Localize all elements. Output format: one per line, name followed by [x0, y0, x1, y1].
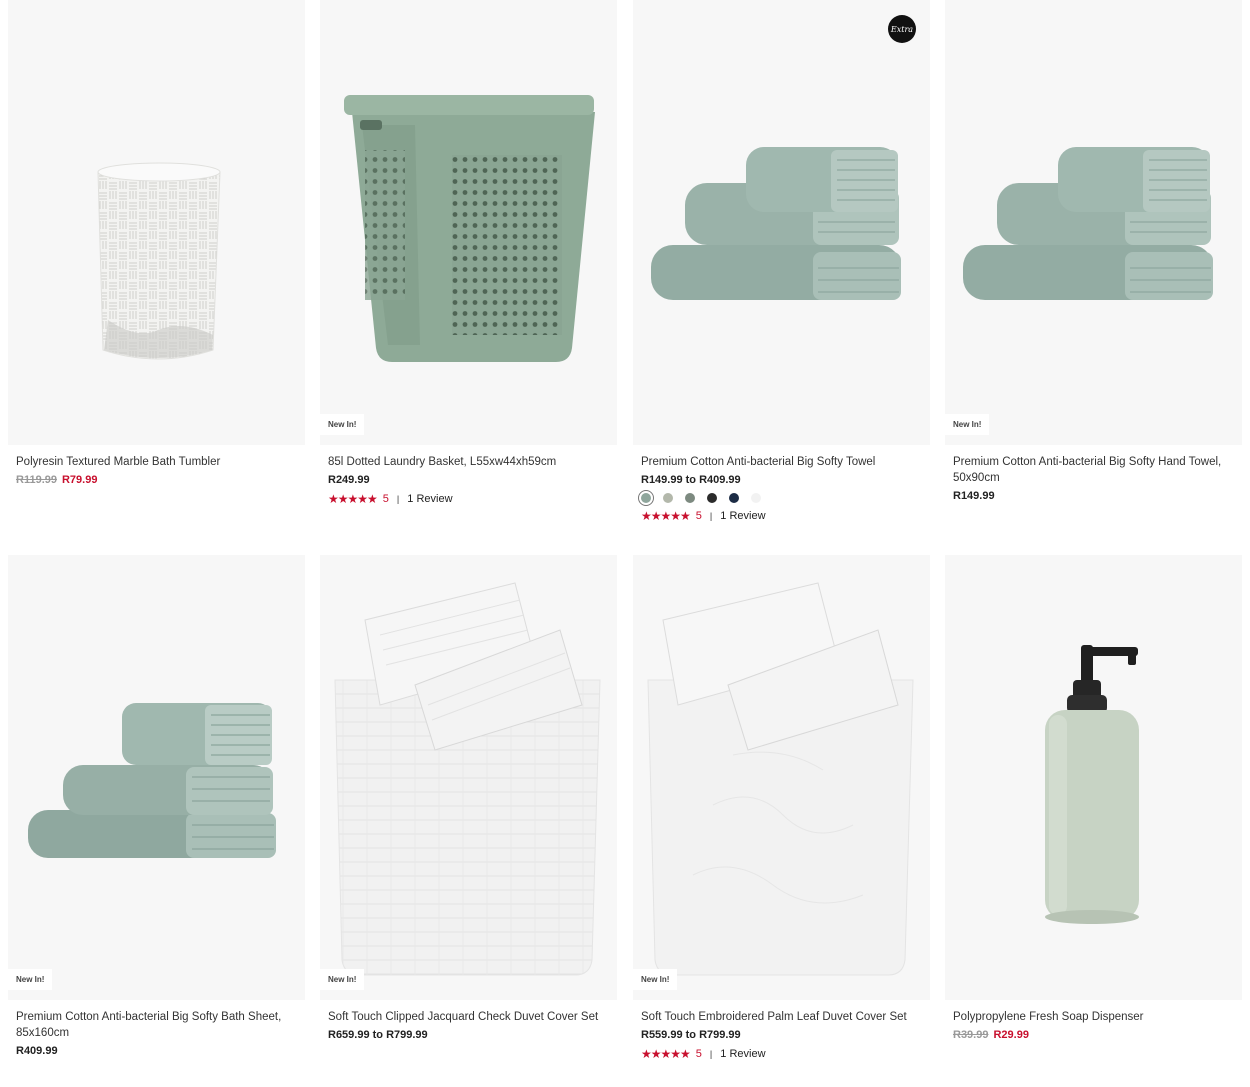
new-in-badge: New In!	[8, 969, 53, 990]
review-count[interactable]: 1 Review	[720, 1048, 765, 1060]
product-image[interactable]: New In!	[320, 0, 617, 445]
rating[interactable]: ★★★★★ 5 | 1 Review	[641, 1047, 922, 1061]
towel-stack-illustration	[963, 147, 1213, 300]
soap-dispenser-illustration	[1045, 645, 1139, 924]
towel-stack-illustration	[28, 703, 276, 858]
sale-price: R79.99	[61, 474, 98, 486]
product-name[interactable]: 85l Dotted Laundry Basket, L55xw44xh59cm	[328, 454, 609, 470]
product-name[interactable]: Premium Cotton Anti-bacterial Big Softy …	[641, 454, 922, 470]
rating[interactable]: ★★★★★ 5 | 1 Review	[328, 492, 609, 506]
product-grid: Polyresin Textured Marble Bath Tumbler R…	[0, 0, 1250, 1087]
divider: |	[396, 494, 400, 504]
star-rating-icon: ★★★★★	[641, 1047, 691, 1061]
product-card[interactable]: Polyresin Textured Marble Bath Tumbler R…	[8, 0, 305, 486]
product-image[interactable]: Extra	[633, 0, 930, 445]
rating-value: 5	[382, 493, 389, 505]
product-name[interactable]: Premium Cotton Anti-bacterial Big Softy …	[953, 454, 1234, 486]
product-card[interactable]: New In! Soft Touch Embroidered Palm Leaf…	[633, 555, 930, 1061]
product-card[interactable]: New In! Premium Cotton Anti-bacterial Bi…	[8, 555, 305, 1057]
product-name[interactable]: Polypropylene Fresh Soap Dispenser	[953, 1009, 1234, 1025]
swatch-navy[interactable]	[729, 493, 739, 503]
towel-stack-illustration	[651, 147, 901, 300]
product-image[interactable]: New In!	[8, 555, 305, 1000]
rating-value: 5	[695, 1048, 702, 1060]
review-count[interactable]: 1 Review	[407, 493, 452, 505]
price: R409.99	[16, 1045, 58, 1057]
tumbler-illustration	[97, 162, 221, 360]
product-card[interactable]: New In! 85l Dotted Laundry Basket, L55xw…	[320, 0, 617, 506]
product-name[interactable]: Premium Cotton Anti-bacterial Big Softy …	[16, 1009, 297, 1041]
swatch-charcoal[interactable]	[707, 493, 717, 503]
product-name[interactable]: Soft Touch Clipped Jacquard Check Duvet …	[328, 1009, 609, 1025]
price: R39.99 R29.99	[953, 1029, 1234, 1041]
product-image[interactable]	[8, 0, 305, 445]
duvet-set-illustration	[647, 582, 914, 976]
extra-logo-icon: Extra	[888, 15, 916, 43]
duvet-set-illustration	[334, 582, 601, 976]
price: R149.99 to R409.99	[641, 474, 741, 486]
divider: |	[709, 511, 713, 521]
laundry-basket-illustration	[344, 95, 595, 362]
review-count[interactable]: 1 Review	[720, 510, 765, 522]
price: R559.99 to R799.99	[641, 1029, 741, 1041]
color-swatches	[638, 490, 922, 506]
product-image[interactable]: New In!	[633, 555, 930, 1000]
product-card[interactable]: New In! Soft Touch Clipped Jacquard Chec…	[320, 555, 617, 1041]
product-image[interactable]: New In!	[945, 0, 1242, 445]
original-price: R119.99	[16, 474, 57, 486]
new-in-badge: New In!	[945, 414, 990, 435]
product-card[interactable]: Polypropylene Fresh Soap Dispenser R39.9…	[945, 555, 1242, 1041]
original-price: R39.99	[953, 1029, 989, 1041]
sale-price: R29.99	[993, 1029, 1029, 1041]
star-rating-icon: ★★★★★	[328, 492, 378, 506]
star-rating-icon: ★★★★★	[641, 509, 691, 523]
swatch-sage[interactable]	[638, 490, 654, 506]
swatch-white[interactable]	[751, 493, 761, 503]
product-card[interactable]: New In! Premium Cotton Anti-bacterial Bi…	[945, 0, 1242, 502]
divider: |	[709, 1049, 713, 1059]
product-image[interactable]: New In!	[320, 555, 617, 1000]
price: R659.99 to R799.99	[328, 1029, 428, 1041]
new-in-badge: New In!	[320, 414, 365, 435]
new-in-badge: New In!	[320, 969, 365, 990]
price: R119.99 R79.99	[16, 474, 297, 486]
price: R249.99	[328, 474, 370, 486]
product-name[interactable]: Soft Touch Embroidered Palm Leaf Duvet C…	[641, 1009, 922, 1025]
swatch-green[interactable]	[685, 493, 695, 503]
product-image[interactable]	[945, 555, 1242, 1000]
price: R149.99	[953, 490, 995, 502]
rating-value: 5	[695, 510, 702, 522]
product-name[interactable]: Polyresin Textured Marble Bath Tumbler	[16, 454, 297, 470]
new-in-badge: New In!	[633, 969, 678, 990]
product-card[interactable]: Extra Premium Cotton Anti-bacterial Big …	[633, 0, 930, 523]
swatch-stone[interactable]	[663, 493, 673, 503]
rating[interactable]: ★★★★★ 5 | 1 Review	[641, 509, 922, 523]
